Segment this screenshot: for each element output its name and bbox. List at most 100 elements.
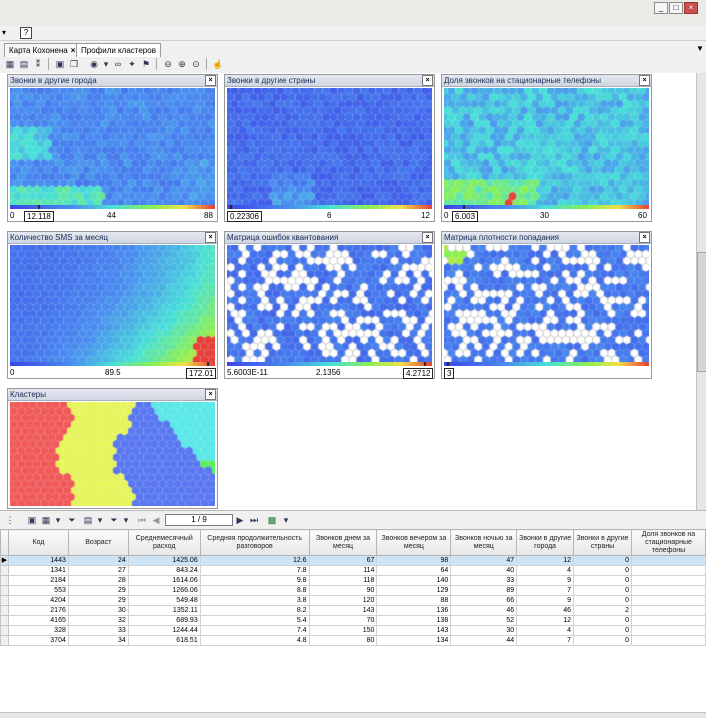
table-cell[interactable]: 40 [450,565,518,576]
page-indicator[interactable]: 1 / 9 [165,514,233,526]
dropdown-arrow-icon[interactable]: ▾ [94,514,106,526]
table-cell[interactable]: 120 [308,595,378,606]
table-cell[interactable]: 1352.11 [127,605,201,616]
panel-close-icon[interactable]: × [639,75,650,86]
marker-icon[interactable]: ✦ [126,58,138,70]
table-cell[interactable]: 1425.06 [127,555,201,566]
horizontal-scrollbar[interactable] [0,712,706,718]
table-cell[interactable]: 843.24 [127,565,201,576]
table-cell[interactable]: 0 [573,625,632,636]
table-cell[interactable]: 549.48 [127,595,201,606]
cluster-icon[interactable]: ⁑ [32,58,44,70]
table-cell[interactable]: 140 [376,575,452,586]
columns-icon[interactable]: ▦ [40,514,52,526]
table-cell[interactable]: 134 [376,635,452,646]
som-heatmap[interactable] [444,88,649,205]
table-cell[interactable]: 4165 [7,615,69,626]
table-cell[interactable]: 27 [67,565,129,576]
row-indicator[interactable] [0,585,9,596]
panel-close-icon[interactable]: × [205,232,216,243]
table-cell[interactable]: 1614.06 [127,575,201,586]
table-cell[interactable]: 2 [573,605,632,616]
table-cell[interactable]: 2184 [7,575,69,586]
table-cell[interactable]: 12 [516,555,575,566]
table-row[interactable]: 3704 34 618.51 4.8 80 134 44 7 0 [0,635,706,646]
table-cell[interactable]: 67 [308,555,378,566]
table-cell[interactable]: 129 [376,585,452,596]
table-cell[interactable]: 143 [308,605,378,616]
table-cell[interactable] [630,595,706,606]
table-cell[interactable]: 150 [308,625,378,636]
table-cell[interactable]: 328 [7,625,69,636]
tab-kohonen-map[interactable]: Карта Кохонена × [4,43,81,57]
table-cell[interactable]: 4.8 [199,635,310,646]
tabs-dropdown-icon[interactable]: ▼ [696,44,704,53]
table-cell[interactable]: 32 [67,615,129,626]
table-cell[interactable]: 9 [516,595,575,606]
table-cell[interactable]: 47 [450,555,518,566]
table-cell[interactable]: 80 [308,635,378,646]
panel-close-icon[interactable]: × [639,232,650,243]
color-palette-icon[interactable]: ◉ [88,58,100,70]
table-cell[interactable]: 9.8 [199,575,310,586]
table-cell[interactable]: 2176 [7,605,69,616]
column-header[interactable]: Звонки в другие города [516,529,575,556]
table-row[interactable]: 2176 30 1352.11 8.2 143 136 46 46 2 [0,605,706,616]
table-cell[interactable]: 118 [308,575,378,586]
column-header[interactable]: Средняя продолжительность разговоров [199,529,310,556]
zoom-out-icon[interactable]: ⊖ [162,58,174,70]
copy-icon[interactable]: ❐ [68,58,80,70]
table-cell[interactable]: 3704 [7,635,69,646]
table-row[interactable]: 4165 32 689.93 5.4 70 138 52 12 0 [0,615,706,626]
table-cell[interactable] [630,635,706,646]
table-cell[interactable]: 143 [376,625,452,636]
table-cell[interactable] [630,605,706,616]
table-cell[interactable]: 29 [67,585,129,596]
table-cell[interactable]: 7 [516,585,575,596]
menu-arrow-icon[interactable]: ▾ [2,28,6,37]
table-cell[interactable]: 33 [450,575,518,586]
table-cell[interactable]: 8.8 [199,585,310,596]
maximize-button[interactable]: □ [669,2,683,14]
table-cell[interactable]: 618.51 [127,635,201,646]
table-cell[interactable]: 114 [308,565,378,576]
table-cell[interactable] [630,555,706,566]
layout-icon[interactable]: ▤ [18,58,30,70]
close-window-button[interactable]: × [684,2,698,14]
table-cell[interactable]: 34 [67,635,129,646]
panel-close-icon[interactable]: × [422,232,433,243]
table-cell[interactable]: 30 [450,625,518,636]
table-cell[interactable]: 689.93 [127,615,201,626]
column-header[interactable]: Возраст [67,529,129,556]
table-cell[interactable] [630,625,706,636]
row-indicator[interactable]: ▶ [0,555,9,566]
column-header[interactable]: Звонков ночью за месяц [450,529,518,556]
dropdown-arrow-icon[interactable]: ▾ [100,58,112,70]
table-cell[interactable]: 66 [450,595,518,606]
table-cell[interactable]: 8.2 [199,605,310,616]
dropdown-arrow-icon[interactable]: ▾ [280,514,292,526]
column-header[interactable]: Доля звонков на стационарные телефоны [630,529,706,556]
flag-icon[interactable]: ⚑ [140,58,152,70]
table-row[interactable]: 2184 28 1614.06 9.8 118 140 33 9 0 [0,575,706,586]
dropdown-arrow-icon[interactable]: ▾ [120,514,132,526]
vertical-scroll-thumb[interactable] [697,252,706,372]
table-cell[interactable]: 90 [308,585,378,596]
table-cell[interactable] [630,615,706,626]
table-cell[interactable]: 0 [573,575,632,586]
last-page-icon[interactable]: ⏭ [248,514,260,526]
table-cell[interactable]: 4204 [7,595,69,606]
panel-close-icon[interactable]: × [422,75,433,86]
row-indicator[interactable] [0,615,9,626]
row-indicator[interactable] [0,605,9,616]
cluster-map[interactable] [10,402,215,506]
table-cell[interactable]: 70 [308,615,378,626]
help-button[interactable]: ? [20,27,32,39]
pointer-icon[interactable]: ☝ [212,58,224,70]
filter-settings-icon[interactable]: ⏷ [108,514,120,526]
table-cell[interactable]: 64 [376,565,452,576]
table-cell[interactable]: 1266.06 [127,585,201,596]
som-heatmap[interactable] [227,245,432,362]
panel-close-icon[interactable]: × [205,389,216,400]
table-cell[interactable]: 44 [450,635,518,646]
